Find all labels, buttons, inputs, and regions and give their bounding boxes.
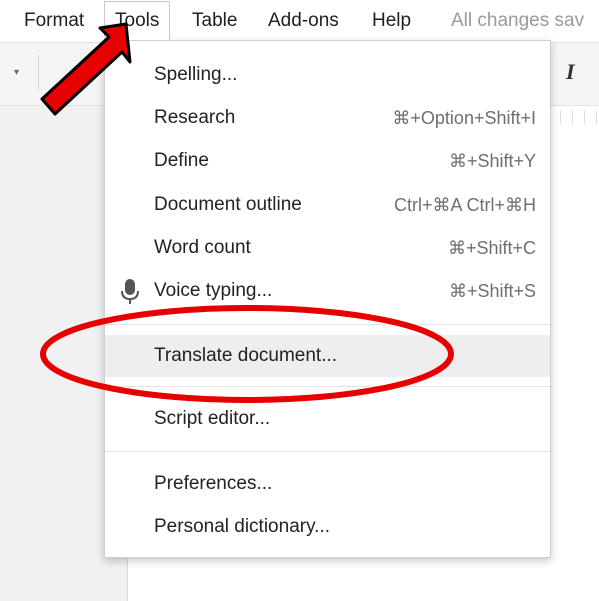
menu-item-shortcut: Ctrl+⌘A Ctrl+⌘H <box>393 195 536 215</box>
red-ellipse-annotation <box>40 305 454 403</box>
menu-item-personal-dictionary[interactable]: Personal dictionary... <box>105 507 550 547</box>
menu-add-ons[interactable]: Add-ons <box>268 9 339 33</box>
menu-item-research[interactable]: Research ⌘+Option+Shift+I <box>105 98 550 138</box>
menu-item-shortcut: ⌘+Option+Shift+I <box>392 108 536 128</box>
menu-item-label: Document outline <box>154 194 302 215</box>
screenshot-stage: ▾ I Format Tools Table Add-ons Help All … <box>0 0 599 601</box>
menu-item-label: Spelling... <box>154 64 238 85</box>
toolbar-dropdown-caret-icon[interactable]: ▾ <box>14 67 19 78</box>
menu-item-label: Personal dictionary... <box>154 516 331 537</box>
menu-item-word-count[interactable]: Word count ⌘+Shift+C <box>105 228 550 268</box>
menu-help[interactable]: Help <box>372 9 411 33</box>
menu-item-spelling[interactable]: Spelling... <box>105 55 550 95</box>
menu-item-label: Define <box>154 150 209 171</box>
menu-item-label: Word count <box>154 237 251 258</box>
ruler <box>548 110 599 124</box>
menu-item-shortcut: ⌘+Shift+Y <box>448 151 536 171</box>
red-arrow-annotation <box>40 22 132 116</box>
menu-item-shortcut: ⌘+Shift+C <box>447 238 536 258</box>
italic-button[interactable]: I <box>566 59 575 85</box>
menu-item-label: Preferences... <box>154 473 273 494</box>
menu-table[interactable]: Table <box>192 9 237 33</box>
save-status-text: All changes sav <box>451 10 585 31</box>
menu-item-label: Voice typing... <box>154 280 273 301</box>
menu-item-define[interactable]: Define ⌘+Shift+Y <box>105 141 550 181</box>
tools-menu-dropdown: Spelling... Research ⌘+Option+Shift+I De… <box>104 40 551 558</box>
menu-item-document-outline[interactable]: Document outline Ctrl+⌘A Ctrl+⌘H <box>105 185 550 225</box>
menu-item-preferences[interactable]: Preferences... <box>105 464 550 504</box>
menu-item-label: Script editor... <box>154 408 271 429</box>
menu-item-shortcut: ⌘+Shift+S <box>448 281 536 301</box>
menu-divider <box>105 451 550 452</box>
menu-item-label: Research <box>154 107 236 128</box>
